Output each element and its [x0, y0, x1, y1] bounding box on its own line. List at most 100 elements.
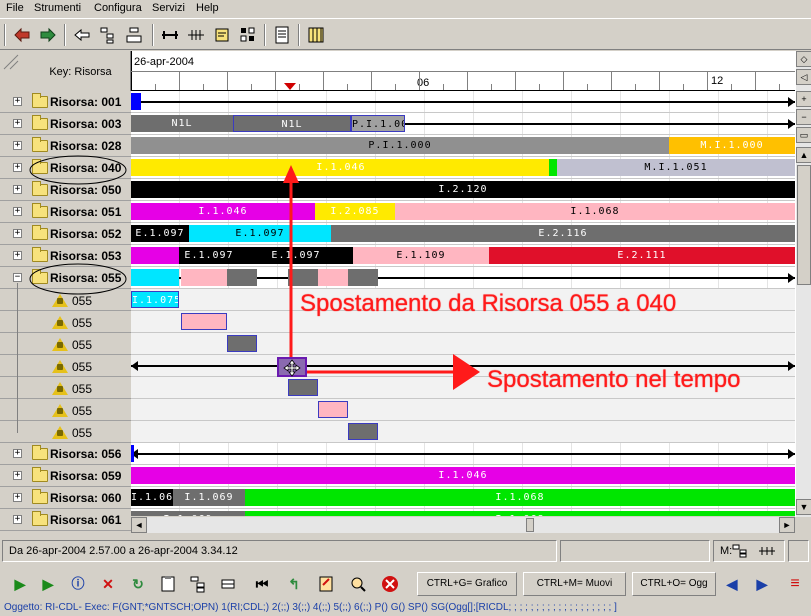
- gantt-bar[interactable]: [318, 269, 348, 286]
- vertical-scrollbar[interactable]: ◇ ◁ + − ▭ ▲ ▼: [795, 51, 811, 517]
- gantt-bar[interactable]: [227, 269, 257, 286]
- horizontal-scrollbar[interactable]: ◄ ►: [131, 517, 795, 533]
- expand-icon[interactable]: +: [13, 493, 22, 502]
- gantt-bar[interactable]: [181, 313, 227, 330]
- sub-row-header[interactable]: 055: [0, 311, 131, 333]
- gantt-bar[interactable]: P.I.1.000: [131, 137, 669, 154]
- gantt-bar[interactable]: I.1.069: [131, 511, 245, 516]
- refresh-icon[interactable]: ↻: [126, 572, 150, 596]
- gantt-bar[interactable]: [318, 401, 348, 418]
- scroll-left-button-icon[interactable]: ◄: [131, 517, 147, 533]
- sub-row-header[interactable]: 055: [0, 421, 131, 443]
- next-icon[interactable]: ▶: [750, 572, 774, 596]
- gantt-bar[interactable]: E.2.116: [331, 225, 795, 242]
- gantt-bar[interactable]: E.2.111: [489, 247, 795, 264]
- gantt-bar[interactable]: [131, 93, 141, 110]
- menu-help[interactable]: Help: [196, 2, 219, 14]
- cancel-icon[interactable]: [378, 572, 402, 596]
- sub-row-header[interactable]: 055: [0, 333, 131, 355]
- gantt-bar[interactable]: I.1.069: [173, 489, 245, 506]
- gantt-bar[interactable]: I.1.069: [131, 489, 173, 506]
- gantt-bar[interactable]: [131, 269, 179, 286]
- expand-icon[interactable]: +: [13, 163, 22, 172]
- ctrl-g-grafico-button[interactable]: CTRL+G= Grafico: [417, 572, 517, 596]
- list-view-icon[interactable]: [216, 572, 240, 596]
- previous-icon[interactable]: ◀: [720, 572, 744, 596]
- scroll-right-button-icon[interactable]: ►: [779, 517, 795, 533]
- menu-file[interactable]: File: [6, 2, 24, 14]
- first-record-icon[interactable]: ⏮: [250, 572, 274, 596]
- gantt-bar[interactable]: I.1.046: [131, 467, 795, 484]
- gantt-bar[interactable]: E.1.109: [353, 247, 489, 264]
- expand-icon[interactable]: +: [13, 97, 22, 106]
- gantt-bar[interactable]: [181, 269, 227, 286]
- resource-row-header[interactable]: + Risorsa: 052: [0, 223, 131, 245]
- gantt-bar[interactable]: I.2.120: [131, 181, 795, 198]
- expand-icon[interactable]: +: [13, 449, 22, 458]
- gantt-row[interactable]: [131, 421, 795, 443]
- expand-icon[interactable]: +: [13, 251, 22, 260]
- ctrl-o-ogg-button[interactable]: CTRL+O= Ogg: [632, 572, 716, 596]
- scroll-down-icon[interactable]: ▼: [796, 499, 811, 515]
- play-icon[interactable]: ▶: [8, 572, 32, 596]
- play-next-icon[interactable]: ▶: [36, 572, 60, 596]
- resource-row-header[interactable]: + Risorsa: 051: [0, 201, 131, 223]
- zoom-reset-icon[interactable]: ▭: [796, 127, 811, 143]
- zoom-minus-icon[interactable]: −: [796, 109, 811, 125]
- resource-row-header[interactable]: + Risorsa: 061: [0, 509, 131, 531]
- zoom-plus-icon[interactable]: +: [796, 91, 811, 107]
- expand-icon[interactable]: +: [13, 207, 22, 216]
- timeline-mode-icon[interactable]: [758, 544, 776, 558]
- expand-icon[interactable]: +: [13, 229, 22, 238]
- undo-arrow-icon[interactable]: ↰: [282, 572, 306, 596]
- gantt-bar[interactable]: P.I.1.000: [351, 115, 405, 132]
- ctrl-m-muovi-button[interactable]: CTRL+M= Muovi: [523, 572, 626, 596]
- expand-icon[interactable]: +: [13, 141, 22, 150]
- gantt-bar[interactable]: [227, 335, 257, 352]
- collapse-icon[interactable]: −: [13, 273, 22, 282]
- sub-row-header[interactable]: 055: [0, 355, 131, 377]
- gantt-bar[interactable]: I.1.068: [245, 511, 795, 516]
- horizontal-scroll-thumb[interactable]: [526, 518, 534, 532]
- info-icon[interactable]: ⓘ: [66, 572, 90, 596]
- menu-strumenti[interactable]: Strumenti: [34, 2, 81, 14]
- sub-row-header[interactable]: 055: [0, 377, 131, 399]
- tree-view-icon[interactable]: [186, 572, 210, 596]
- scroll-up-icon[interactable]: ▲: [796, 147, 811, 163]
- tree-expand-icon[interactable]: [98, 25, 118, 45]
- expand-icon[interactable]: +: [13, 515, 22, 524]
- sub-row-header[interactable]: 055: [0, 399, 131, 421]
- gantt-row[interactable]: [131, 399, 795, 421]
- menu-lines-icon[interactable]: ≡: [783, 572, 807, 596]
- edit-document-icon[interactable]: [314, 572, 338, 596]
- gantt-bar[interactable]: E.1.097: [179, 247, 239, 264]
- gantt-bar[interactable]: I.1.046: [131, 159, 551, 176]
- gantt-bar[interactable]: M.I.1.000: [669, 137, 795, 154]
- document-icon[interactable]: [272, 25, 292, 45]
- clipboard-icon[interactable]: [156, 572, 180, 596]
- forward-arrow-icon[interactable]: [38, 25, 58, 45]
- back-arrow-icon[interactable]: [12, 25, 32, 45]
- gantt-bar[interactable]: N1L: [131, 115, 233, 132]
- resource-row-header[interactable]: + Risorsa: 059: [0, 465, 131, 487]
- gantt-bar[interactable]: E.1.097: [189, 225, 331, 242]
- gantt-bar[interactable]: I.2.085: [315, 203, 395, 220]
- note-icon[interactable]: [212, 25, 232, 45]
- grid-icon[interactable]: [238, 25, 258, 45]
- scroll-right-icon[interactable]: ◇: [796, 51, 811, 67]
- search-tool-icon[interactable]: [346, 572, 370, 596]
- gantt-bar[interactable]: M.I.1.051: [557, 159, 795, 176]
- zoom-in-icon[interactable]: [186, 25, 206, 45]
- scroll-left-icon[interactable]: ◁: [796, 69, 811, 85]
- resource-row-header[interactable]: + Risorsa: 056: [0, 443, 131, 465]
- resource-row-header[interactable]: + Risorsa: 060: [0, 487, 131, 509]
- gantt-bar[interactable]: [549, 159, 557, 176]
- tree-collapse-icon[interactable]: [124, 25, 144, 45]
- move-left-icon[interactable]: [72, 25, 92, 45]
- delete-icon[interactable]: ✕: [96, 572, 120, 596]
- expand-icon[interactable]: +: [13, 119, 22, 128]
- current-time-marker-icon[interactable]: [284, 83, 296, 90]
- resource-row-header[interactable]: + Risorsa: 003: [0, 113, 131, 135]
- gantt-bar[interactable]: [131, 247, 179, 264]
- gantt-bar[interactable]: E.1.097: [131, 225, 189, 242]
